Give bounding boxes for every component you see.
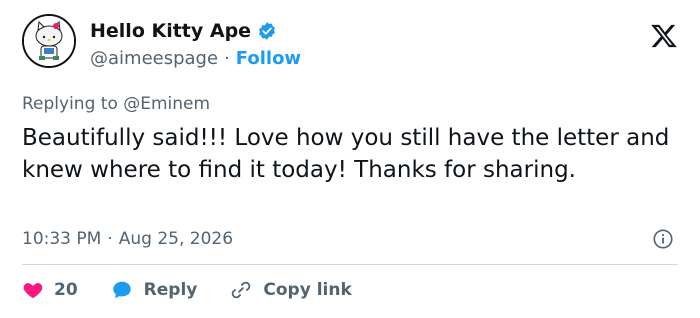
tweet-timestamp[interactable]: 10:33 PM · Aug 25, 2026	[22, 229, 233, 249]
divider	[22, 264, 678, 265]
x-logo-icon[interactable]	[650, 22, 678, 50]
reply-button[interactable]: Reply	[110, 279, 198, 301]
hello-kitty-avatar-image	[24, 16, 74, 66]
likes-count: 20	[54, 280, 78, 300]
tweet-card: Hello Kitty Ape @aimeespage · Follow Rep…	[0, 0, 700, 318]
reply-bubble-icon	[112, 281, 131, 299]
timestamp-separator: ·	[107, 229, 113, 249]
replying-to-prefix: Replying to	[22, 94, 118, 114]
author-display-name[interactable]: Hello Kitty Ape	[90, 20, 251, 42]
author-handle-row: @aimeespage · Follow	[90, 48, 301, 69]
author-handle[interactable]: @aimeespage	[90, 48, 218, 69]
copy-link-label: Copy link	[263, 280, 352, 300]
tweet-text: Beautifully said!!! Love how you still h…	[22, 125, 670, 183]
tweet-time[interactable]: 10:33 PM	[22, 229, 101, 249]
author-name-row: Hello Kitty Ape	[90, 20, 277, 42]
handle-separator: ·	[224, 48, 230, 69]
follow-button[interactable]: Follow	[236, 48, 301, 69]
avatar[interactable]	[22, 14, 76, 68]
like-button[interactable]: 20	[22, 279, 78, 301]
verified-badge-icon	[259, 22, 275, 40]
action-bar: 20 Reply Copy link	[22, 279, 384, 301]
replying-to: Replying to @Eminem	[22, 94, 210, 114]
tweet-date[interactable]: Aug 25, 2026	[119, 229, 233, 249]
heart-icon	[23, 283, 43, 299]
link-icon	[232, 281, 251, 299]
replying-to-mention[interactable]: @Eminem	[123, 94, 210, 114]
reply-label: Reply	[143, 280, 198, 300]
info-icon[interactable]	[652, 228, 674, 250]
copy-link-button[interactable]: Copy link	[229, 279, 352, 301]
